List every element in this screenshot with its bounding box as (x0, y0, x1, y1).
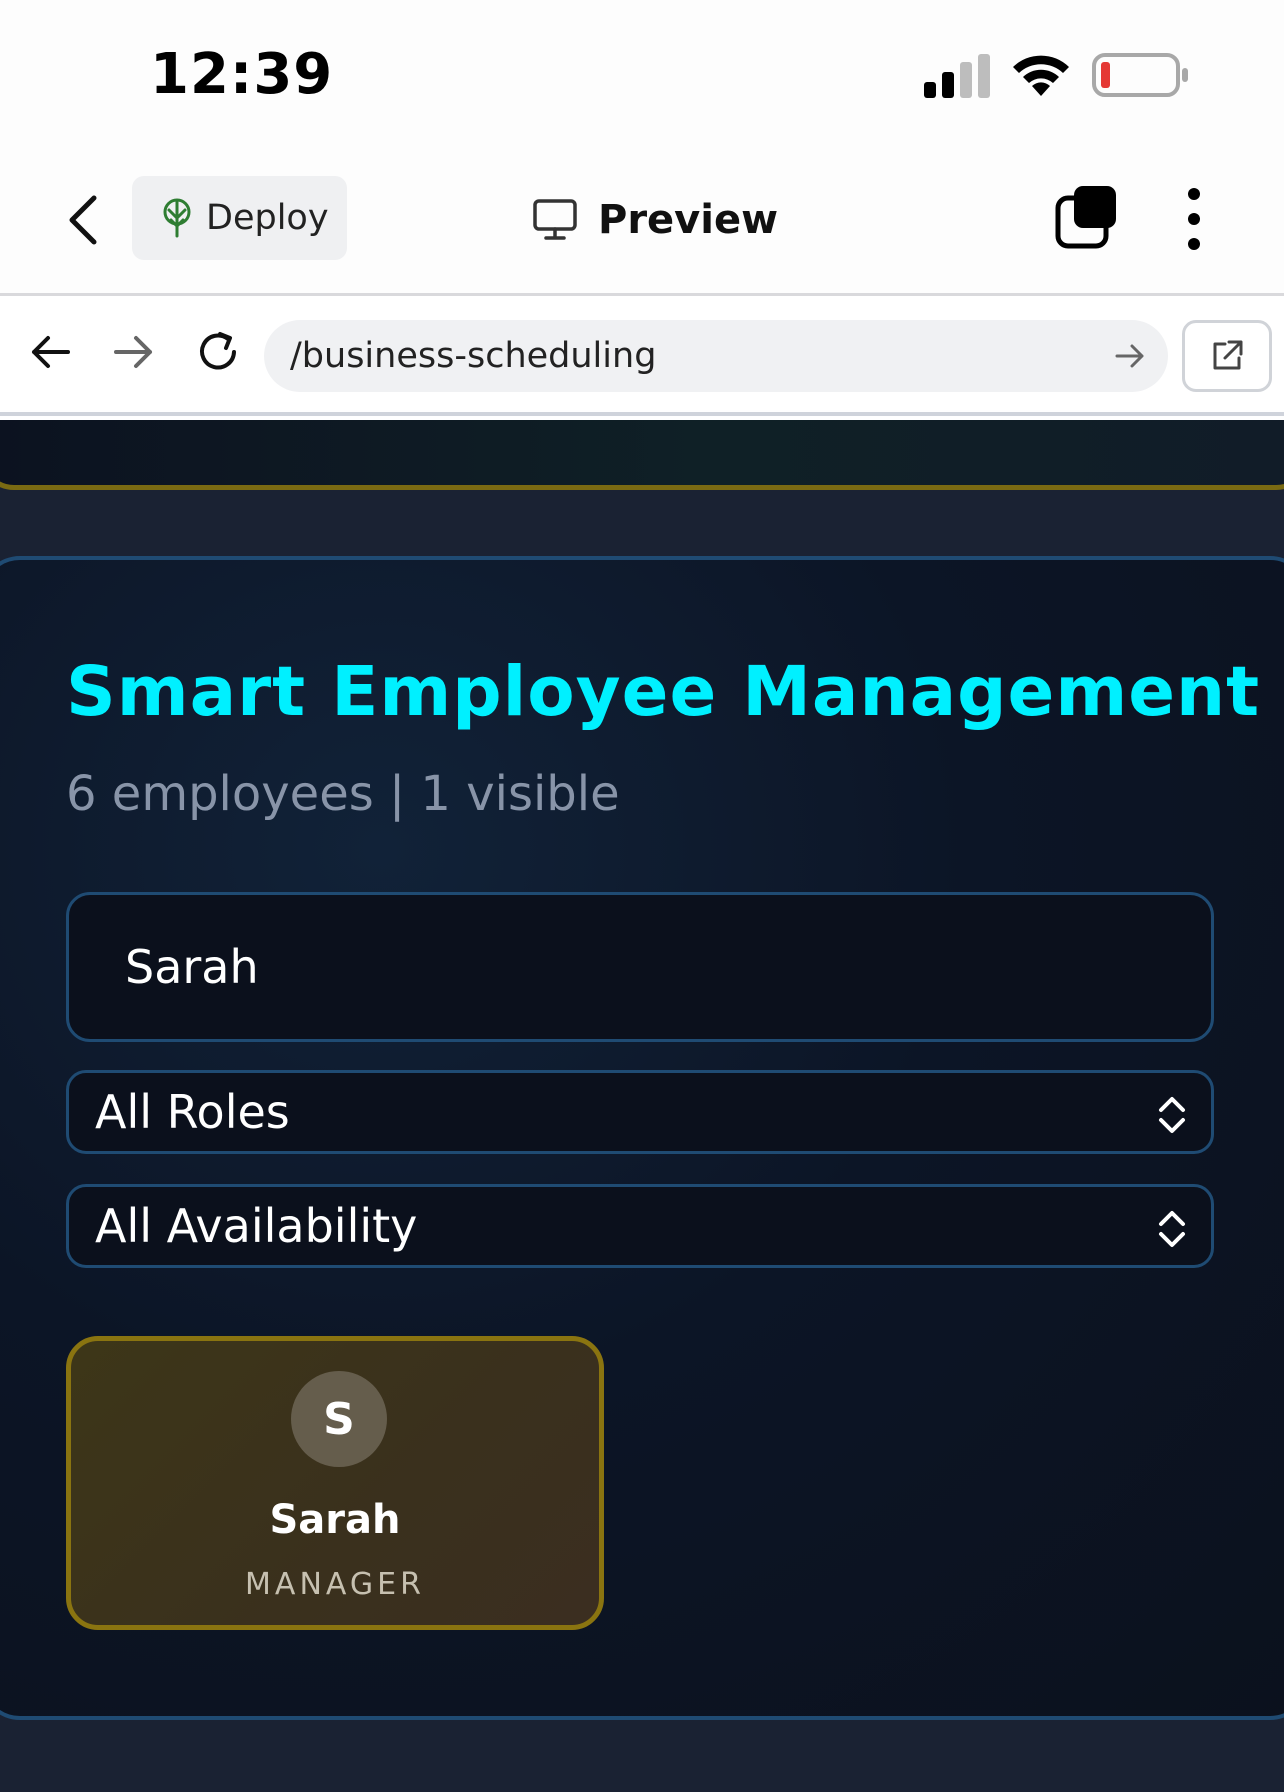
availability-filter-value: All Availability (95, 1199, 418, 1253)
open-external-icon (1213, 340, 1243, 370)
go-arrow-icon[interactable] (1114, 340, 1146, 372)
battery-low-icon (1092, 53, 1188, 97)
reload-icon[interactable] (196, 330, 240, 374)
employee-card[interactable]: S Sarah MANAGER (66, 1336, 604, 1630)
browser-bar: /business-scheduling (0, 296, 1284, 416)
employee-role: MANAGER (245, 1567, 425, 1602)
status-time: 12:39 (150, 42, 334, 107)
avatar: S (291, 1371, 387, 1467)
deploy-button[interactable]: Deploy (132, 176, 347, 260)
employee-name: Sarah (269, 1497, 401, 1543)
status-bar: 12:39 (0, 0, 1284, 160)
preview-label: Preview (598, 197, 779, 243)
back-arrow-icon[interactable] (28, 330, 72, 374)
app-toolbar: Deploy Preview (0, 160, 1284, 296)
role-filter-select[interactable]: All Roles (66, 1070, 1214, 1154)
tabs-icon[interactable] (1054, 184, 1120, 250)
web-content: Smart Employee Management 6 employees | … (0, 420, 1284, 1792)
deploy-label: Deploy (206, 198, 329, 238)
forward-arrow-icon[interactable] (112, 330, 156, 374)
employee-search-input[interactable] (66, 892, 1214, 1042)
role-filter-value: All Roles (95, 1085, 290, 1139)
previous-section-card (0, 420, 1284, 490)
open-external-button[interactable] (1182, 320, 1272, 392)
preview-toggle[interactable]: Preview (532, 188, 778, 252)
url-field[interactable]: /business-scheduling (264, 320, 1168, 392)
deploy-tree-icon (163, 198, 191, 238)
page-title: Smart Employee Management (66, 652, 1261, 732)
monitor-icon (533, 199, 577, 240)
availability-filter-select[interactable]: All Availability (66, 1184, 1214, 1268)
wifi-icon (1013, 55, 1069, 96)
chevron-up-down-icon (1159, 1211, 1185, 1247)
cellular-signal-icon (924, 54, 990, 98)
more-vertical-icon[interactable] (1180, 186, 1208, 252)
back-chevron-icon[interactable] (62, 192, 106, 248)
url-text: /business-scheduling (290, 336, 657, 376)
chevron-up-down-icon (1159, 1097, 1185, 1133)
employee-count: 6 employees | 1 visible (66, 766, 620, 822)
